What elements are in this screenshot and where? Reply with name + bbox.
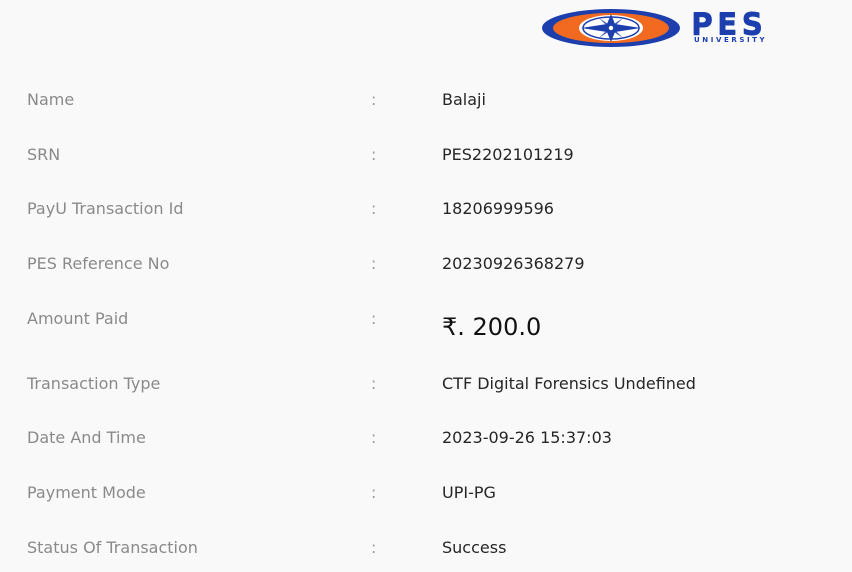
amount-paid-value: ₹. 200.0 bbox=[442, 313, 542, 341]
logo-subtitle: UNIVERSITY bbox=[694, 36, 768, 44]
receipt-row-status-of-transaction: Status Of Transaction : Success bbox=[0, 533, 852, 563]
receipt-row-srn: SRN : PES2202101219 bbox=[0, 140, 852, 170]
row-value: UPI-PG bbox=[442, 483, 496, 502]
row-separator: : bbox=[371, 254, 377, 273]
receipt-row-payu-transaction-id: PayU Transaction Id : 18206999596 bbox=[0, 194, 852, 224]
row-separator: : bbox=[371, 374, 377, 393]
row-separator: : bbox=[371, 90, 377, 109]
row-label: Transaction Type bbox=[27, 374, 161, 393]
row-label: PayU Transaction Id bbox=[27, 199, 184, 218]
receipt-row-amount-paid: Amount Paid : ₹. 200.0 bbox=[0, 304, 852, 341]
receipt-row-date-and-time: Date And Time : 2023-09-26 15:37:03 bbox=[0, 423, 852, 453]
row-label: Amount Paid bbox=[27, 309, 129, 328]
row-value: PES2202101219 bbox=[442, 145, 574, 164]
compass-star-emblem-icon bbox=[542, 9, 680, 47]
row-value: CTF Digital Forensics Undefined bbox=[442, 374, 696, 393]
receipt-row-name: Name : Balaji bbox=[0, 85, 852, 115]
receipt-row-payment-mode: Payment Mode : UPI-PG bbox=[0, 478, 852, 508]
row-label: Name bbox=[27, 90, 75, 109]
receipt-row-pes-reference-no: PES Reference No : 20230926368279 bbox=[0, 249, 852, 279]
row-value: 2023-09-26 15:37:03 bbox=[442, 428, 612, 447]
row-separator: : bbox=[371, 199, 377, 218]
receipt-row-transaction-type: Transaction Type : CTF Digital Forensics… bbox=[0, 369, 852, 399]
row-separator: : bbox=[371, 483, 377, 502]
row-value: 18206999596 bbox=[442, 199, 554, 218]
row-value: Balaji bbox=[442, 90, 486, 109]
status-value: Success bbox=[442, 538, 507, 557]
row-label: PES Reference No bbox=[27, 254, 170, 273]
row-label: Date And Time bbox=[27, 428, 146, 447]
row-separator: : bbox=[371, 428, 377, 447]
row-separator: : bbox=[371, 309, 377, 328]
row-separator: : bbox=[371, 538, 377, 557]
row-label: Payment Mode bbox=[27, 483, 146, 502]
pes-university-logo: PES UNIVERSITY bbox=[541, 6, 841, 50]
row-label: Status Of Transaction bbox=[27, 538, 198, 557]
payment-receipt: PES UNIVERSITY Name : Balaji SRN : PES22… bbox=[0, 0, 852, 572]
row-label: SRN bbox=[27, 145, 61, 164]
row-separator: : bbox=[371, 145, 377, 164]
row-value: 20230926368279 bbox=[442, 254, 585, 273]
